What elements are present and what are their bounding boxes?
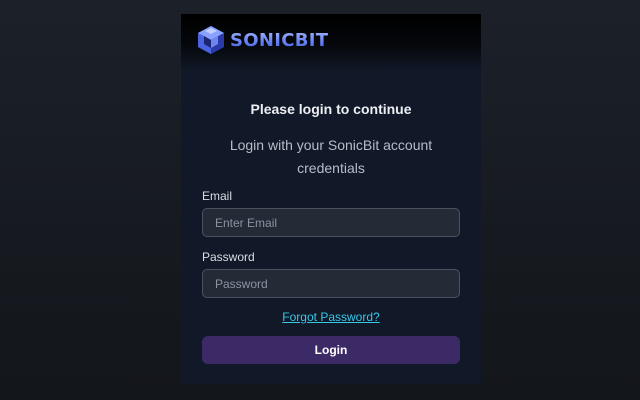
password-label: Password: [202, 250, 255, 264]
login-subtitle: Login with your SonicBit account credent…: [229, 137, 433, 176]
panel-header: SONICBIT: [181, 14, 481, 70]
login-title: Please login to continue: [250, 101, 412, 117]
login-button[interactable]: Login: [202, 336, 460, 364]
forgot-password-container: Forgot Password?: [181, 310, 481, 324]
email-field[interactable]: [202, 208, 460, 237]
brand-logo: SONICBIT: [195, 24, 328, 56]
email-label: Email: [202, 189, 233, 203]
brand-name: SONICBIT: [230, 30, 329, 51]
sonicbit-cube-logo-icon: [198, 26, 224, 54]
password-field[interactable]: [202, 269, 460, 298]
forgot-password-link[interactable]: Forgot Password?: [282, 310, 379, 324]
login-panel: SONICBIT Please login to continue Login …: [181, 14, 481, 384]
